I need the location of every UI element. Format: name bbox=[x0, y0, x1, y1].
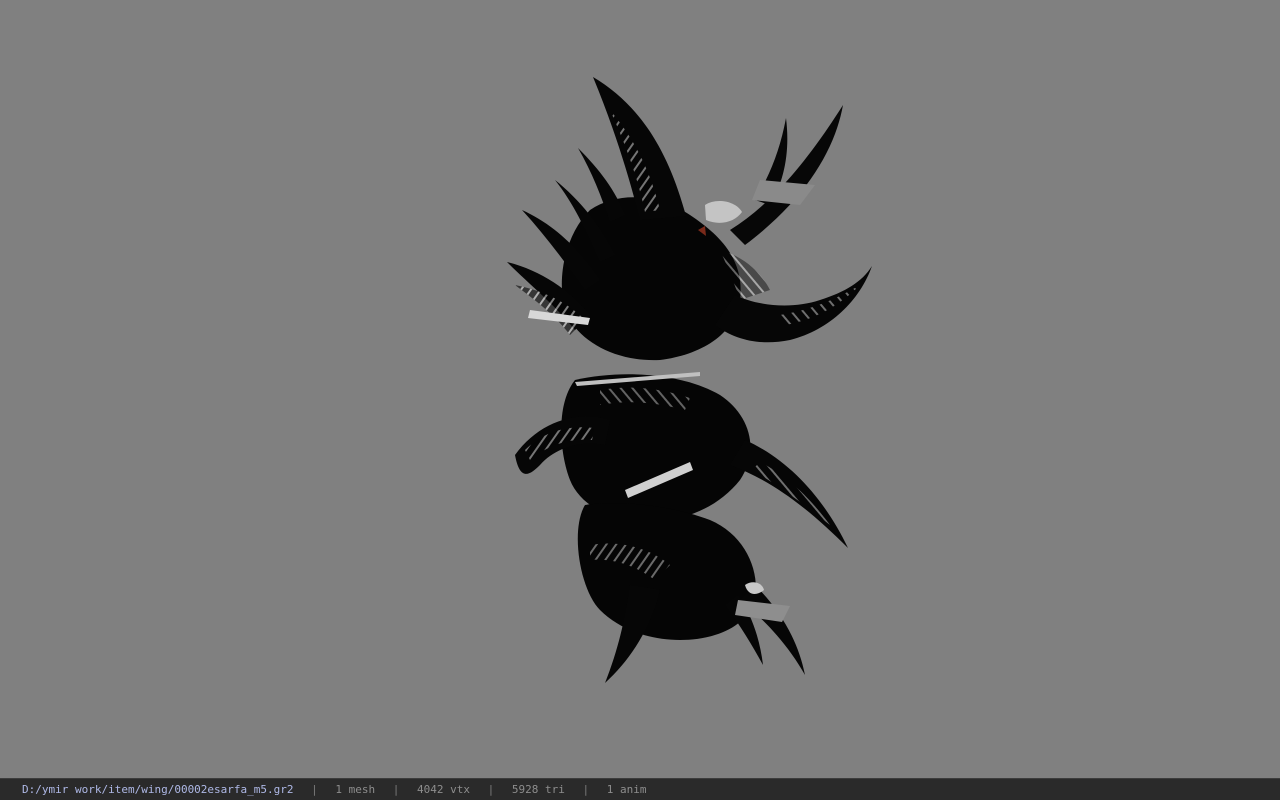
status-separator: | bbox=[487, 783, 495, 796]
upper-wing-shape bbox=[507, 77, 872, 361]
triangle-count-label: 5928 tri bbox=[511, 783, 565, 796]
wing-model-render[interactable] bbox=[0, 0, 1280, 778]
status-separator: | bbox=[582, 783, 590, 796]
file-path-label: D:/ymir work/item/wing/00002esarfa_m5.gr… bbox=[22, 783, 294, 796]
status-separator: | bbox=[311, 783, 318, 796]
anim-count-label: 1 anim bbox=[606, 783, 647, 796]
status-separator: | bbox=[392, 783, 400, 796]
lower-wing-shape bbox=[515, 372, 848, 683]
3d-viewport[interactable] bbox=[0, 0, 1280, 778]
vertex-count-label: 4042 vtx bbox=[417, 783, 471, 796]
status-bar: D:/ymir work/item/wing/00002esarfa_m5.gr… bbox=[0, 778, 1280, 800]
mesh-count-label: 1 mesh bbox=[335, 783, 376, 796]
